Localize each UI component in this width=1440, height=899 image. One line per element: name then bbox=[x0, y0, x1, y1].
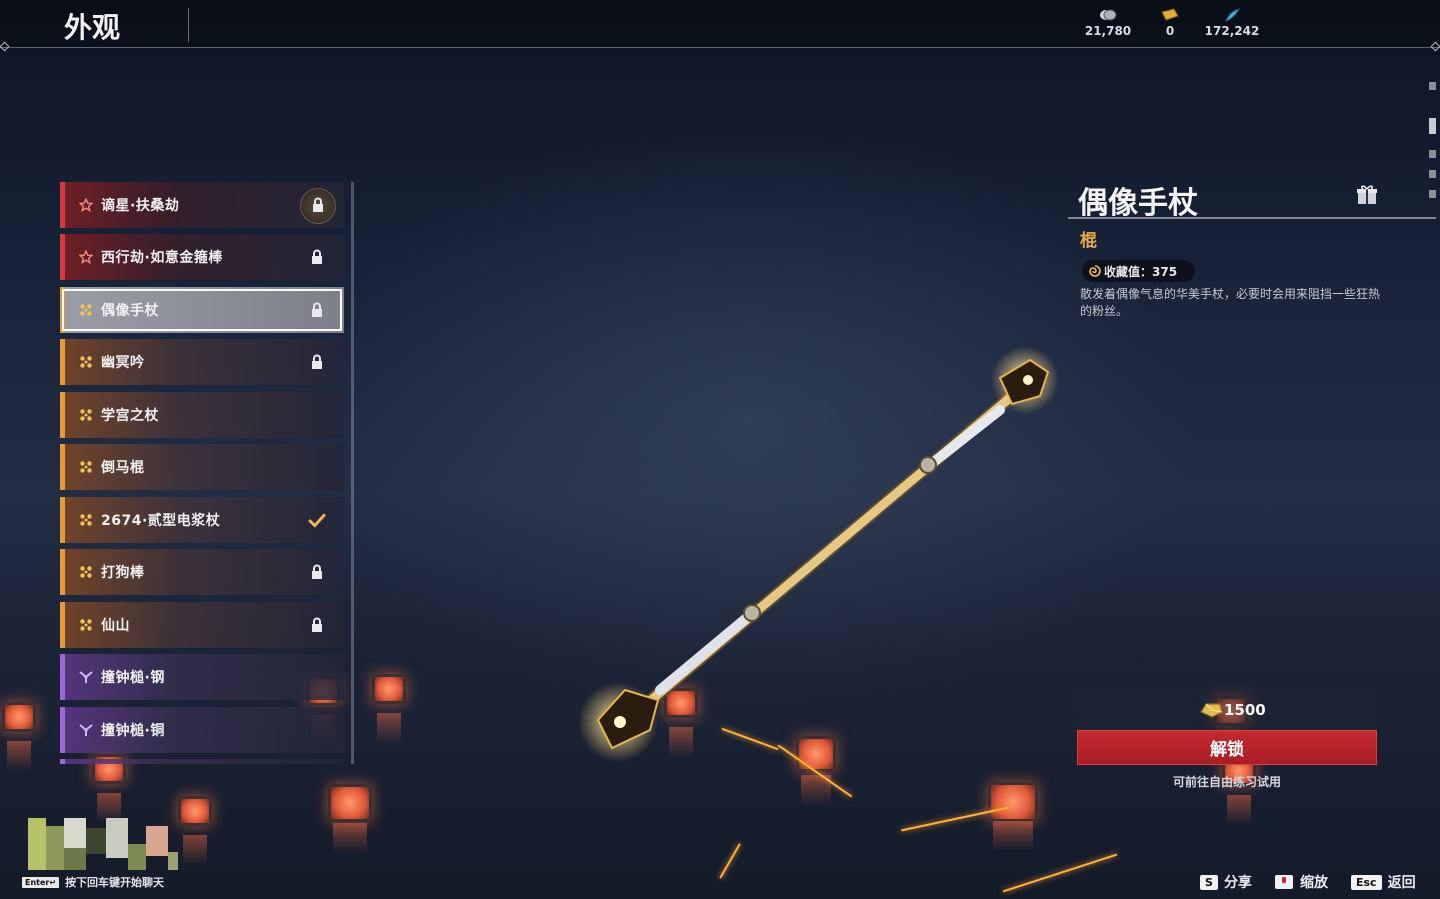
lock-icon bbox=[312, 249, 322, 264]
list-item-label: 西行劫·如意金箍棒 bbox=[101, 250, 223, 266]
flower-rarity-icon bbox=[80, 619, 92, 631]
title-underline bbox=[1068, 217, 1436, 219]
list-item[interactable]: 撞钟槌·铜 bbox=[60, 707, 344, 753]
collection-value-badge: 收藏值：375 bbox=[1082, 260, 1196, 282]
gem-rarity-icon bbox=[79, 724, 93, 736]
flower-rarity-icon bbox=[80, 514, 92, 526]
edge-indicator bbox=[1429, 118, 1436, 134]
currency-gems-value: 172,242 bbox=[1204, 24, 1260, 38]
unlock-button[interactable]: 解锁 bbox=[1077, 730, 1377, 765]
edge-indicator bbox=[1429, 82, 1436, 90]
list-item-label: 学宫之杖 bbox=[101, 408, 159, 424]
lock-icon bbox=[312, 617, 322, 632]
share-hint[interactable]: S 分享 bbox=[1200, 872, 1252, 892]
back-label: 返回 bbox=[1387, 875, 1416, 891]
staff-top-ornament bbox=[991, 346, 1059, 414]
chat-hint-text: 按下回车键开始聊天 bbox=[65, 876, 165, 889]
list-item-label: 倒马棍 bbox=[101, 460, 145, 476]
currency-gems: 172,242 bbox=[1197, 8, 1267, 38]
list-item[interactable]: 2674·贰型电浆杖 bbox=[60, 497, 344, 543]
list-item-label: 2674·贰型电浆杖 bbox=[101, 513, 221, 529]
list-item[interactable]: 幽冥吟 bbox=[60, 339, 344, 385]
mosaic-avatar bbox=[28, 818, 178, 870]
page-title: 外观 bbox=[64, 11, 121, 44]
flower-rarity-icon bbox=[80, 409, 92, 421]
star-rarity-icon bbox=[79, 198, 93, 212]
flower-rarity-icon bbox=[80, 304, 92, 316]
list-item-label: 幽冥吟 bbox=[101, 355, 145, 371]
star-rarity-icon bbox=[79, 250, 93, 264]
zoom-hint[interactable]: 缩放 bbox=[1274, 872, 1328, 892]
list-item[interactable]: 仙山 bbox=[60, 602, 344, 648]
collection-swirl-icon bbox=[1089, 265, 1101, 277]
mouse-wheel-icon bbox=[1275, 875, 1293, 889]
appearance-list[interactable]: 谪星·扶桑劫 西行劫·如意金箍棒 偶像手杖 幽冥吟 学宫之杖 倒马棍 2674·… bbox=[60, 182, 352, 764]
item-description: 散发着偶像气息的华美手杖，必要时会用来阻挡一些狂热的粉丝。 bbox=[1080, 287, 1381, 318]
checkmark-icon bbox=[308, 513, 326, 528]
currency-coins-value: 21,780 bbox=[1084, 24, 1132, 38]
list-item[interactable]: 倒马棍 bbox=[60, 444, 344, 490]
currency-coins: 21,780 bbox=[1073, 8, 1143, 38]
flower-rarity-icon bbox=[80, 566, 92, 578]
list-item-selected[interactable]: 偶像手杖 bbox=[60, 287, 344, 333]
list-scrollbar[interactable] bbox=[351, 182, 354, 764]
edge-indicator bbox=[1429, 190, 1436, 198]
list-item[interactable]: 撞钟槌·钢 bbox=[60, 654, 344, 700]
list-item-label: 谪星·扶桑劫 bbox=[101, 198, 180, 214]
list-item-label: 撞钟槌·钢 bbox=[101, 670, 165, 686]
flower-rarity-icon bbox=[80, 356, 92, 368]
enter-key-badge: Enter↵ bbox=[22, 876, 60, 888]
edge-indicator bbox=[1429, 150, 1436, 158]
lock-icon bbox=[312, 564, 322, 579]
list-item[interactable]: 谪星·扶桑劫 bbox=[60, 182, 344, 228]
list-item[interactable] bbox=[60, 759, 344, 764]
list-item-label: 仙山 bbox=[101, 618, 130, 634]
back-hint[interactable]: Esc 返回 bbox=[1351, 872, 1416, 892]
lock-icon bbox=[313, 197, 323, 212]
list-item-label: 打狗棒 bbox=[101, 565, 145, 581]
edge-indicator bbox=[1429, 170, 1436, 178]
lock-icon bbox=[312, 354, 322, 369]
lock-icon bbox=[312, 302, 322, 317]
top-bar: 外观 21,780 0 172,242 bbox=[0, 0, 1440, 48]
esc-key-badge: Esc bbox=[1351, 874, 1382, 890]
item-name: 偶像手杖 bbox=[1078, 186, 1198, 221]
share-key-badge: S bbox=[1200, 874, 1218, 890]
list-item[interactable]: 学宫之杖 bbox=[60, 392, 344, 438]
coin-stack-icon bbox=[1100, 9, 1117, 21]
gold-ingot-icon bbox=[1200, 703, 1223, 718]
staff-bottom-ornament bbox=[578, 682, 660, 762]
collection-value-text: 收藏值：375 bbox=[1104, 264, 1178, 279]
list-item[interactable]: 打狗棒 bbox=[60, 549, 344, 595]
gift-icon[interactable] bbox=[1356, 184, 1378, 206]
trial-note: 可前往自由练习试用 bbox=[1172, 775, 1281, 789]
currency-tickets: 0 bbox=[1135, 8, 1205, 38]
zoom-label: 缩放 bbox=[1300, 875, 1328, 891]
feather-gem-icon bbox=[1225, 8, 1241, 22]
list-item[interactable]: 西行劫·如意金箍棒 bbox=[60, 234, 344, 280]
unlock-price: 1500 bbox=[1198, 700, 1266, 720]
weapon-category: 棍 bbox=[1080, 231, 1097, 251]
flower-rarity-icon bbox=[80, 461, 92, 473]
gem-rarity-icon bbox=[79, 671, 93, 683]
ticket-icon bbox=[1161, 8, 1179, 21]
currency-tickets-value: 0 bbox=[1165, 24, 1175, 38]
list-item-label: 偶像手杖 bbox=[101, 303, 159, 319]
list-item-label: 撞钟槌·铜 bbox=[101, 723, 165, 739]
staff-shaft bbox=[611, 378, 1032, 735]
title-divider bbox=[188, 8, 189, 42]
chat-hint: Enter↵ 按下回车键开始聊天 bbox=[22, 874, 164, 890]
share-label: 分享 bbox=[1223, 875, 1252, 891]
unlock-price-value: 1500 bbox=[1224, 701, 1266, 719]
